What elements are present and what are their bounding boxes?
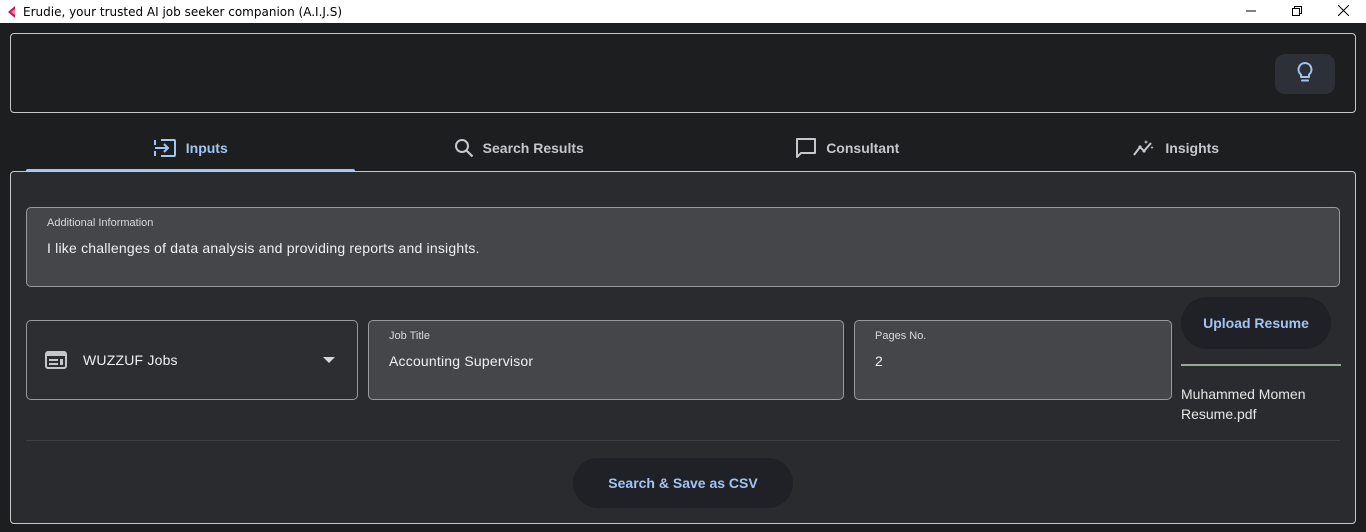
additional-info-label: Additional Information	[47, 217, 154, 229]
pages-number-field[interactable]: Pages No. 2	[854, 320, 1172, 400]
tab-search-results[interactable]: Search Results	[355, 124, 684, 172]
search-icon	[454, 138, 474, 158]
section-divider	[26, 440, 1340, 441]
tab-inputs[interactable]: Inputs	[26, 124, 355, 172]
job-source-value: WUZZUF Jobs	[83, 352, 178, 368]
job-title-field[interactable]: Job Title Accounting Supervisor	[368, 320, 844, 400]
search-save-csv-button[interactable]: Search & Save as CSV	[573, 458, 793, 508]
input-icon	[153, 137, 177, 159]
header-panel	[10, 33, 1356, 113]
upload-resume-button[interactable]: Upload Resume	[1181, 297, 1331, 349]
window-title: Erudie, your trusted AI job seeker compa…	[23, 4, 343, 19]
theme-toggle-button[interactable]	[1275, 54, 1335, 94]
tab-bar: Inputs Search Results Consultant Insight…	[26, 124, 1340, 172]
tab-search-results-label: Search Results	[482, 140, 584, 156]
minimize-icon	[1246, 3, 1256, 21]
additional-info-field[interactable]: Additional Information I like challenges…	[26, 207, 1340, 287]
web-icon	[45, 351, 67, 374]
restore-icon	[1292, 3, 1302, 21]
tab-consultant[interactable]: Consultant	[683, 124, 1012, 172]
additional-info-value: I like challenges of data analysis and p…	[47, 240, 480, 256]
tab-consultant-label: Consultant	[826, 140, 900, 156]
tab-insights[interactable]: Insights	[1012, 124, 1341, 172]
pages-number-value: 2	[875, 353, 883, 369]
pages-number-label: Pages No.	[875, 330, 927, 342]
close-icon	[1337, 3, 1349, 21]
insights-icon	[1132, 138, 1156, 158]
app-logo-icon	[3, 4, 19, 20]
job-title-label: Job Title	[389, 330, 430, 342]
job-source-dropdown[interactable]: WUZZUF Jobs	[26, 320, 358, 400]
tab-inputs-label: Inputs	[185, 140, 228, 156]
resume-file-name: Muhammed Momen Resume.pdf	[1181, 386, 1306, 422]
close-button[interactable]	[1320, 0, 1366, 23]
tab-insights-label: Insights	[1165, 140, 1220, 156]
window-titlebar: Erudie, your trusted AI job seeker compa…	[0, 0, 1366, 23]
restore-button[interactable]	[1274, 0, 1320, 23]
job-title-value: Accounting Supervisor	[389, 353, 534, 369]
lightbulb-icon	[1295, 61, 1315, 88]
inputs-panel: Additional Information I like challenges…	[10, 171, 1356, 524]
minimize-button[interactable]	[1228, 0, 1274, 23]
chevron-down-icon	[323, 357, 335, 363]
upload-divider	[1181, 364, 1341, 366]
window-controls	[1228, 0, 1366, 23]
chat-icon	[795, 137, 817, 159]
